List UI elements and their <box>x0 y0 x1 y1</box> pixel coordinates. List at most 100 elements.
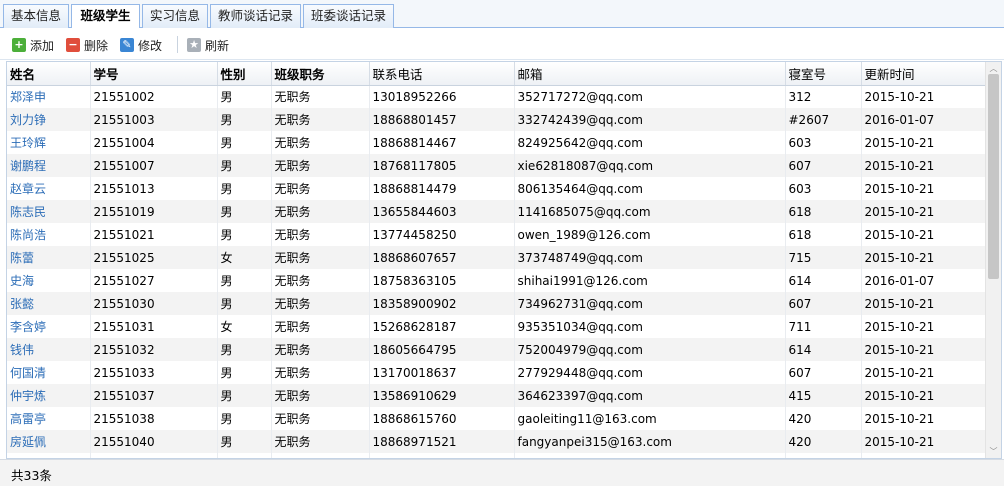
cell-student-id: 21551040 <box>90 430 218 453</box>
cell-dorm: 603 <box>785 177 862 200</box>
cell-gender: 男 <box>217 430 272 453</box>
edit-label: 修改 <box>138 38 163 53</box>
col-header-position[interactable]: 班级职务 <box>271 62 370 86</box>
cell-student-id: 21551019 <box>90 200 218 223</box>
table-row[interactable]: 陈志民 21551019 男无职务 13655844603 1141685075@qq.… <box>7 200 986 223</box>
cell-updated: 2015-10-21 <box>861 200 986 223</box>
cell-name: 史海 <box>7 269 91 292</box>
cell-position: 无职务 <box>271 177 370 200</box>
cell-dorm: 711 <box>785 315 862 338</box>
cell-position: 无职务 <box>271 407 370 430</box>
table-row[interactable]: 谢鹏程 21551007 男无职务 18768117805 xie62818087@qq… <box>7 154 986 177</box>
cell-dorm: 415 <box>785 384 862 407</box>
tab-committee-talk-records[interactable]: 班委谈话记录 <box>303 4 394 28</box>
cell-name: 谢鹏程 <box>7 154 91 177</box>
cell-position: 无职务 <box>271 292 370 315</box>
tab-internship-info[interactable]: 实习信息 <box>142 4 208 28</box>
table-row[interactable]: 钱伟 21551032 男无职务 18605664795 752004979@qq.co… <box>7 338 986 361</box>
tab-basic-info[interactable]: 基本信息 <box>3 4 69 28</box>
cell-name: 仲宇炼 <box>7 384 91 407</box>
table-row[interactable]: 李含婷 21551031 女无职务 15268628187 935351034@qq.c… <box>7 315 986 338</box>
cell-updated: 2015-10-21 <box>861 131 986 154</box>
edit-button[interactable]: ✎ 修改 <box>120 36 162 54</box>
vertical-scrollbar[interactable]: ︿ ﹀ <box>985 62 1001 458</box>
cell-position: 无职务 <box>271 200 370 223</box>
cell-phone: 18868971521 <box>369 430 515 453</box>
cell-position: 无职务 <box>271 338 370 361</box>
cell-gender: 男 <box>217 384 272 407</box>
table-row[interactable]: 刘力铮 21551003 男无职务 18868801457 332742439@qq.c… <box>7 108 986 131</box>
table-header-row: 姓名 学号 性别 班级职务 联系电话 邮箱 寝室号 更新时间 <box>7 62 986 86</box>
toolbar: + 添加 − 删除 ✎ 修改 ★ 刷新 <box>0 28 1004 60</box>
cell-updated: 2015-10-21 <box>861 315 986 338</box>
cell-email: 352717272@qq.com <box>514 85 786 108</box>
col-header-dorm[interactable]: 寝室号 <box>785 62 862 86</box>
col-header-email[interactable]: 邮箱 <box>514 62 786 86</box>
cell-name: 房延佩 <box>7 430 91 453</box>
table-row[interactable]: 仲宇炼 21551037 男无职务 13586910629 364623397@qq.c… <box>7 384 986 407</box>
cell-name: 刘力铮 <box>7 108 91 131</box>
cell-email: 1141685075@qq.com <box>514 200 786 223</box>
cell-email: gaoleiting11@163.com <box>514 407 786 430</box>
table-row[interactable]: 高雷亭 21551038 男无职务 18868615760 gaoleiting11@1… <box>7 407 986 430</box>
cell-email: 734962731@qq.com <box>514 292 786 315</box>
scroll-thumb[interactable] <box>988 74 999 279</box>
col-header-name[interactable]: 姓名 <box>7 62 91 86</box>
col-header-updated[interactable]: 更新时间 <box>861 62 986 86</box>
cell-phone: 13655844603 <box>369 200 515 223</box>
scroll-up-icon[interactable]: ︿ <box>989 64 998 73</box>
scroll-down-icon[interactable]: ﹀ <box>989 447 998 456</box>
table-row[interactable]: 何国清 21551033 男无职务 13170018637 277929448@qq.c… <box>7 361 986 384</box>
cell-gender: 男 <box>217 200 272 223</box>
cell-name: 张懿 <box>7 292 91 315</box>
col-header-phone[interactable]: 联系电话 <box>369 62 515 86</box>
cell-dorm: 614 <box>785 338 862 361</box>
table-row[interactable]: 史海 21551027 男无职务 18758363105 shihai1991@126.… <box>7 269 986 292</box>
refresh-button[interactable]: ★ 刷新 <box>187 36 229 54</box>
cell-phone: 18868607657 <box>369 246 515 269</box>
col-header-gender[interactable]: 性别 <box>217 62 272 86</box>
cell-email: owen_1989@126.com <box>514 223 786 246</box>
add-button[interactable]: + 添加 <box>12 36 54 54</box>
cell-name: 何国清 <box>7 361 91 384</box>
table-row[interactable]: 郑泽申 21551002 男无职务 13018952266 352717272@qq.c… <box>7 85 986 108</box>
cell-student-id: 21551002 <box>90 85 218 108</box>
cell-student-id: 21551021 <box>90 223 218 246</box>
delete-button[interactable]: − 删除 <box>66 36 108 54</box>
cell-dorm: 715 <box>785 246 862 269</box>
table-row[interactable]: 房延佩 21551040 男无职务 18868971521 fangyanpei315@… <box>7 430 986 453</box>
cell-dorm: 312 <box>785 85 862 108</box>
add-label: 添加 <box>30 38 55 53</box>
cell-student-id: 21551032 <box>90 338 218 361</box>
cell-position: 无职务 <box>271 269 370 292</box>
tab-class-students[interactable]: 班级学生 <box>71 4 140 29</box>
cell-updated: 2016-01-07 <box>861 108 986 131</box>
cell-phone: 13170018637 <box>369 361 515 384</box>
cell-updated: 2015-10-21 <box>861 430 986 453</box>
cell-email: shihai1991@126.com <box>514 269 786 292</box>
table-row[interactable]: 张懿 21551030 男无职务 18358900902 734962731@qq.co… <box>7 292 986 315</box>
cell-updated: 2015-10-21 <box>861 292 986 315</box>
table-row[interactable]: 陈尚浩 21551021 男无职务 13774458250 owen_1989@126.… <box>7 223 986 246</box>
cell-name: 陈志民 <box>7 200 91 223</box>
cell-position: 无职务 <box>271 361 370 384</box>
add-icon: + <box>12 38 26 52</box>
cell-updated: 2015-10-21 <box>861 361 986 384</box>
refresh-label: 刷新 <box>205 38 230 53</box>
table-row[interactable]: 陈蕾 21551025 女无职务 18868607657 373748749@qq.co… <box>7 246 986 269</box>
cell-updated: 2015-10-21 <box>861 384 986 407</box>
tab-teacher-talk-records[interactable]: 教师谈话记录 <box>210 4 301 28</box>
cell-phone: 18868801457 <box>369 108 515 131</box>
tab-bar: 基本信息 班级学生 实习信息 教师谈话记录 班委谈话记录 <box>0 0 1004 29</box>
cell-phone: 18358900902 <box>369 292 515 315</box>
table-row[interactable]: 赵章云 21551013 男无职务 18868814479 806135464@qq.c… <box>7 177 986 200</box>
cell-updated: 2015-10-21 <box>861 154 986 177</box>
cell-dorm: 607 <box>785 361 862 384</box>
table-row[interactable]: 王玲辉 21551004 男无职务 18868814467 824925642@qq.c… <box>7 131 986 154</box>
cell-position: 无职务 <box>271 131 370 154</box>
cell-email: 806135464@qq.com <box>514 177 786 200</box>
cell-name: 郑泽申 <box>7 85 91 108</box>
total-count: 共33条 <box>11 468 52 483</box>
col-header-student-id[interactable]: 学号 <box>90 62 218 86</box>
cell-dorm: 618 <box>785 223 862 246</box>
